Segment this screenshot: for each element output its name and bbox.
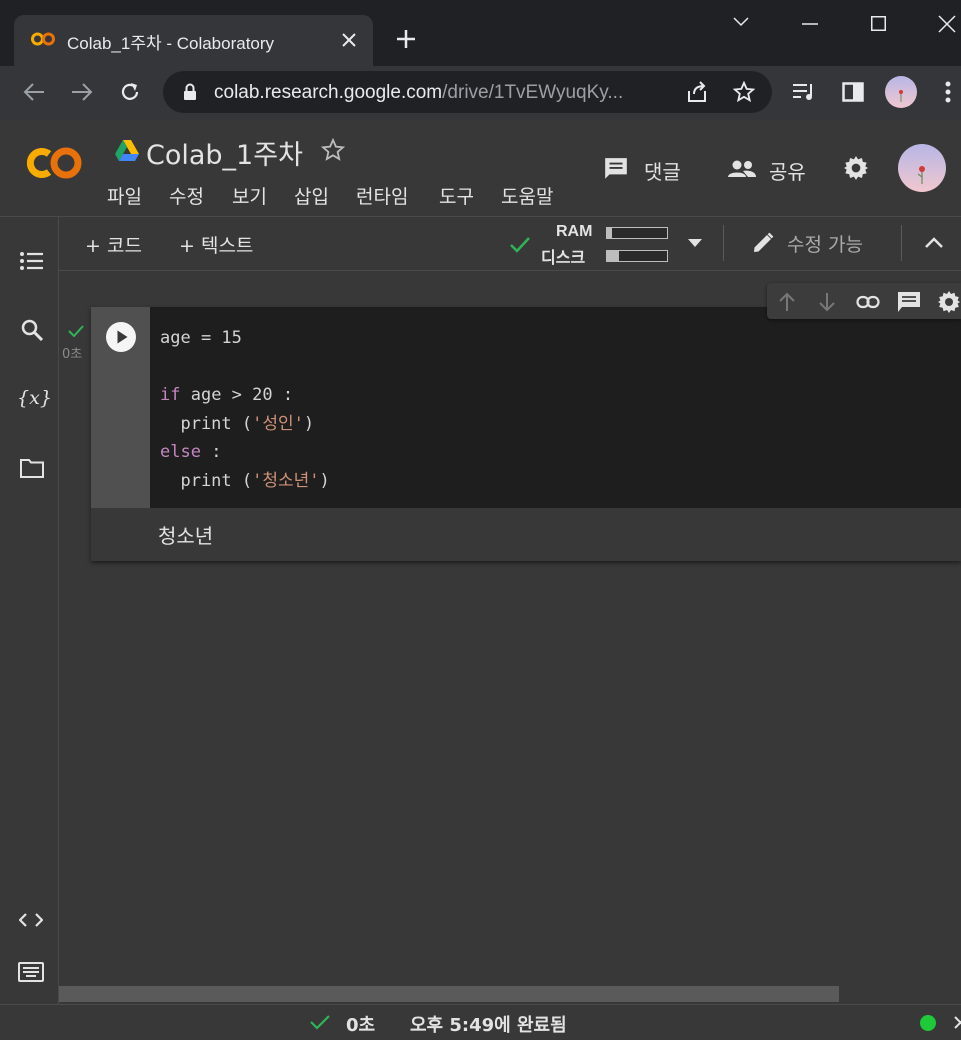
status-close-icon[interactable] [954, 1016, 961, 1030]
menu-runtime[interactable]: 런타임 [356, 182, 408, 209]
menu-insert[interactable]: 삽입 [294, 182, 329, 209]
folder-icon[interactable] [20, 458, 44, 478]
close-tab-icon[interactable] [341, 32, 357, 48]
people-icon [727, 160, 757, 178]
code-line: else : [160, 442, 222, 462]
cell-success-check-icon [68, 325, 84, 337]
code-text[interactable]: age = 15 if age > 20 : print ('성인') else… [160, 324, 330, 495]
settings-gear-icon[interactable] [843, 155, 869, 181]
code-line: if age > 20 : [160, 385, 294, 405]
colab-favicon-icon [31, 32, 55, 46]
lock-icon[interactable] [183, 83, 197, 101]
horizontal-scrollbar[interactable] [59, 986, 839, 1002]
share-button[interactable]: 공유 [727, 153, 817, 185]
comment-button[interactable]: 댓글 [603, 153, 693, 185]
menu-view[interactable]: 보기 [232, 182, 267, 209]
toolbar-divider-2 [901, 225, 902, 261]
cell-exec-status: 0초 [60, 323, 90, 363]
colab-header: Colab_1주차 파일 수정 보기 삽입 런타임 도구 도움말 댓글 공유 [0, 120, 961, 217]
share-label: 공유 [769, 160, 806, 184]
profile-avatar-small[interactable] [885, 76, 917, 108]
run-cell-button[interactable] [106, 322, 136, 352]
address-bar[interactable]: colab.research.google.com/drive/1TvEWyuq… [163, 71, 772, 113]
menu-file[interactable]: 파일 [107, 182, 142, 209]
runtime-connected-dot [920, 1015, 936, 1031]
link-to-cell-icon[interactable] [856, 295, 880, 309]
status-check-icon [310, 1015, 330, 1030]
url-text[interactable]: colab.research.google.com/drive/1TvEWyuq… [214, 82, 623, 104]
toolbar-divider [723, 225, 724, 261]
new-tab-icon[interactable] [396, 29, 416, 49]
pencil-icon [751, 231, 775, 255]
bookmark-star-icon[interactable] [733, 81, 755, 103]
share-page-icon[interactable] [685, 81, 709, 103]
command-palette-icon[interactable] [18, 962, 44, 982]
colab-logo[interactable] [23, 145, 85, 181]
collapse-header-icon[interactable] [925, 236, 943, 248]
tab-title: Colab_1주차 - Colaboratory [67, 34, 275, 53]
disk-label: 디스크 [541, 248, 586, 267]
ram-label: RAM [556, 223, 593, 240]
forward-icon[interactable] [71, 82, 93, 102]
code-editor[interactable]: age = 15 if age > 20 : print ('성인') else… [150, 307, 961, 508]
disk-meter-fill [607, 251, 619, 261]
connected-check-icon [509, 236, 531, 254]
star-notebook-icon[interactable] [321, 138, 345, 162]
add-text-button[interactable]: + 텍스트 [179, 231, 253, 258]
code-line: print ('청소년') [160, 470, 330, 491]
ram-meter-fill [607, 228, 612, 238]
cell-settings-icon[interactable] [937, 290, 961, 314]
cell-output: 청소년 [91, 508, 961, 561]
ram-meter [606, 227, 668, 239]
disk-meter [606, 250, 668, 262]
status-completed: 오후 5:49에 완료됨 [410, 1015, 567, 1036]
left-sidebar: {x} [0, 217, 59, 1004]
status-bar: 0초 오후 5:49에 완료됨 [0, 1004, 961, 1040]
tab-search-chevron-icon[interactable] [733, 17, 749, 27]
comment-label: 댓글 [644, 160, 681, 184]
table-of-contents-icon[interactable] [20, 252, 43, 270]
notebook-title[interactable]: Colab_1주차 [146, 133, 303, 172]
code-line: print ('성인') [160, 413, 315, 434]
browser-tab-strip: Colab_1주차 - Colaboratory [0, 0, 961, 66]
output-text: 청소년 [158, 524, 214, 548]
cell-gutter [91, 307, 150, 508]
maximize-icon[interactable] [871, 16, 886, 31]
comment-icon [603, 156, 629, 182]
resources-dropdown-icon[interactable] [688, 239, 702, 247]
cell-toolbar [767, 283, 961, 319]
code-line: age = 15 [160, 328, 242, 348]
google-drive-icon[interactable] [115, 140, 139, 161]
reading-list-icon[interactable] [792, 82, 816, 102]
edit-mode-button[interactable]: 수정 가능 [751, 229, 881, 259]
code-snippets-icon[interactable] [19, 912, 43, 928]
window-close-icon[interactable] [938, 15, 956, 33]
user-avatar[interactable] [898, 144, 946, 192]
side-panel-icon[interactable] [842, 81, 864, 103]
menu-edit[interactable]: 수정 [169, 182, 204, 209]
code-cell[interactable]: age = 15 if age > 20 : print ('성인') else… [91, 307, 961, 561]
browser-toolbar: colab.research.google.com/drive/1TvEWyuq… [0, 66, 961, 120]
variables-icon[interactable]: {x} [17, 387, 52, 409]
menu-help[interactable]: 도움말 [501, 182, 553, 209]
back-icon[interactable] [23, 82, 45, 102]
add-code-button[interactable]: + 코드 [85, 231, 142, 258]
status-elapsed: 0초 [346, 1015, 376, 1036]
move-cell-up-icon[interactable] [778, 292, 796, 312]
edit-mode-label: 수정 가능 [787, 234, 863, 256]
add-comment-icon[interactable] [897, 291, 921, 313]
search-icon[interactable] [21, 319, 43, 341]
browser-tab[interactable]: Colab_1주차 - Colaboratory [14, 15, 373, 66]
minimize-icon[interactable] [802, 23, 818, 25]
notebook-toolbar: + 코드 + 텍스트 RAM 디스크 수정 가능 [59, 217, 961, 271]
menu-tools[interactable]: 도구 [439, 182, 474, 209]
move-cell-down-icon[interactable] [818, 292, 836, 312]
reload-icon[interactable] [119, 81, 141, 103]
browser-menu-icon[interactable] [945, 81, 951, 103]
cell-exec-time: 0초 [62, 347, 83, 362]
resources-indicator[interactable]: RAM 디스크 [505, 221, 705, 267]
